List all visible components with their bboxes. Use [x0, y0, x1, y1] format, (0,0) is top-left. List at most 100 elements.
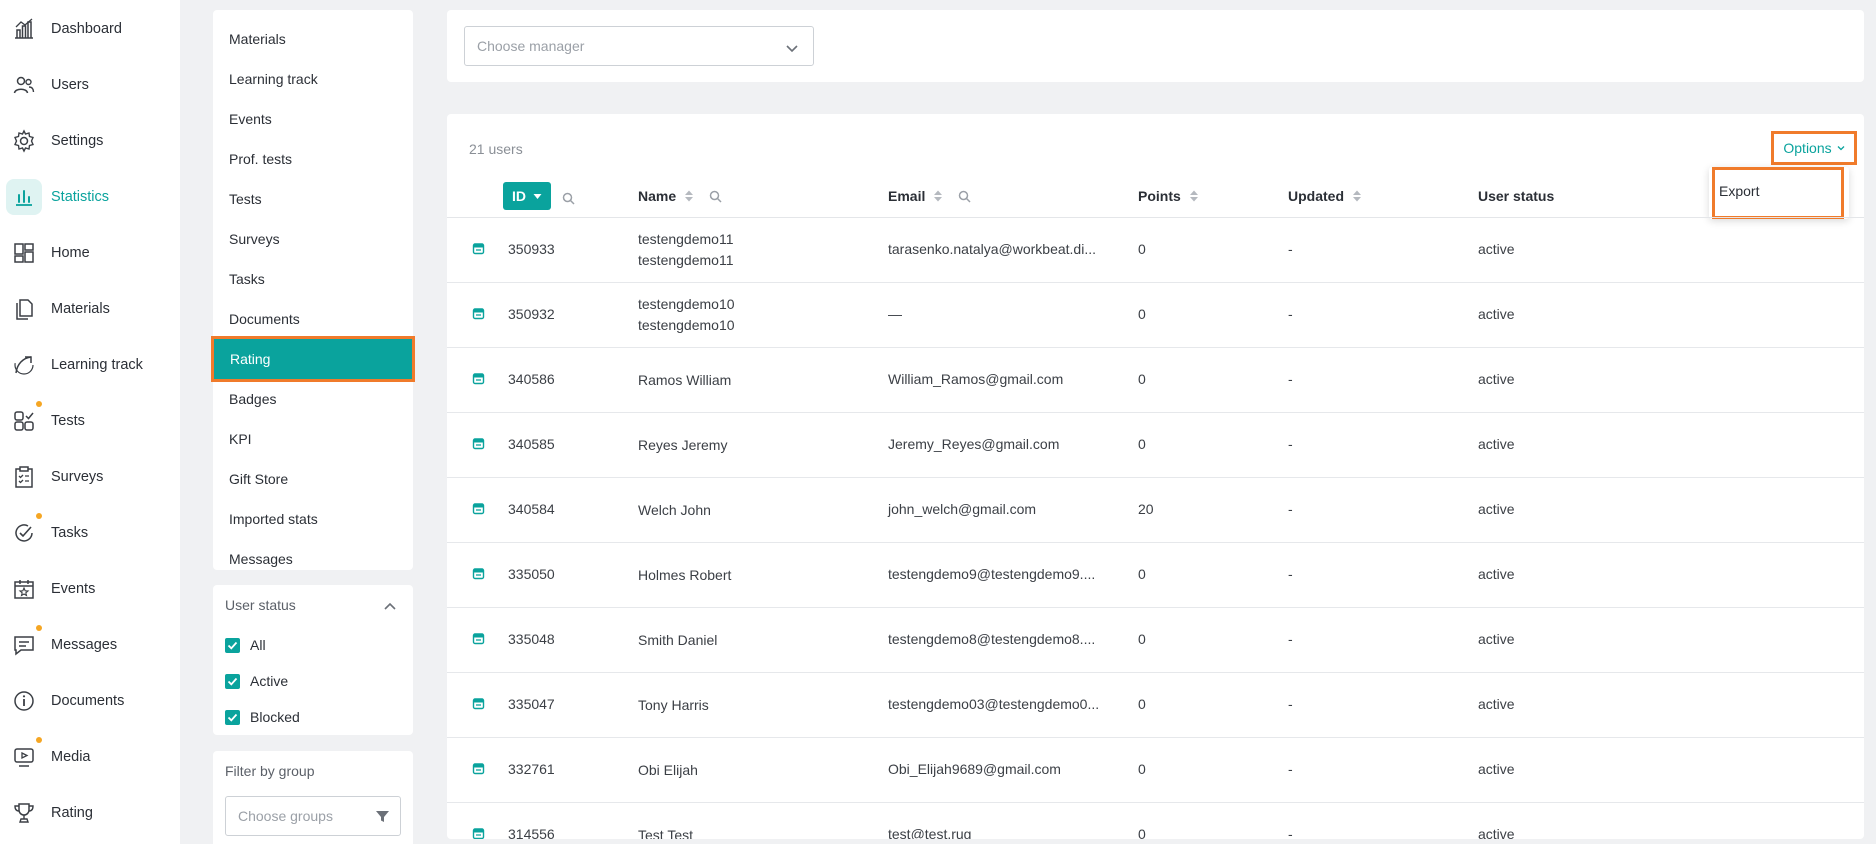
- options-button[interactable]: Options: [1771, 131, 1857, 165]
- manager-select[interactable]: Choose manager: [464, 26, 814, 66]
- statistics-menu: Materials Learning track Events Prof. tests…: [211, 10, 415, 570]
- updated-column-header[interactable]: Updated: [1288, 184, 1362, 208]
- user-email-cell: Obi_Elijah9689@gmail.com: [888, 761, 1061, 777]
- user-updated-cell: -: [1288, 631, 1293, 647]
- app-sidebar: Dashboard Users Settings Statistics Home Mate…: [0, 0, 180, 844]
- stats-menu-item-kpi[interactable]: KPI: [213, 419, 413, 459]
- user-name-line: testengdemo11: [638, 252, 734, 268]
- table-row[interactable]: 340586 Ramos William William_Ramos@gmail.c…: [447, 348, 1864, 413]
- nav-item-statistics[interactable]: Statistics: [0, 175, 180, 219]
- stats-menu-item-surveys[interactable]: Surveys: [213, 219, 413, 259]
- stats-menu-item-events[interactable]: Events: [213, 99, 413, 139]
- user-status-cell: active: [1478, 566, 1515, 582]
- user-count: 21 users: [469, 141, 523, 157]
- id-column-header[interactable]: ID: [503, 182, 551, 210]
- group-select[interactable]: Choose groups: [225, 796, 401, 836]
- user-updated-cell: -: [1288, 371, 1293, 387]
- user-card-icon[interactable]: [472, 437, 485, 450]
- search-icon[interactable]: [958, 190, 971, 203]
- nav-item-users[interactable]: Users: [0, 63, 180, 107]
- nav-item-documents[interactable]: Documents: [0, 679, 180, 723]
- nav-item-events[interactable]: Events: [0, 567, 180, 611]
- stats-menu-item-materials[interactable]: Materials: [213, 19, 413, 59]
- stats-menu-item-gift-store[interactable]: Gift Store: [213, 459, 413, 499]
- user-card-icon[interactable]: [472, 307, 485, 320]
- table-row[interactable]: 335048 Smith Daniel testengdemo8@testengde…: [447, 608, 1864, 673]
- nav-item-dashboard[interactable]: Dashboard: [0, 7, 180, 51]
- user-points-cell: 0: [1138, 696, 1146, 712]
- user-card-icon[interactable]: [472, 242, 485, 255]
- chevron-down-icon: [1837, 146, 1845, 151]
- user-card-icon[interactable]: [472, 502, 485, 515]
- user-email-cell: testengdemo03@testengdemo0...: [888, 696, 1100, 712]
- checkbox[interactable]: [225, 673, 240, 689]
- user-id-cell: 340586: [508, 371, 555, 387]
- nav-item-tasks[interactable]: Tasks: [0, 511, 180, 555]
- stats-menu-item-documents[interactable]: Documents: [213, 299, 413, 339]
- stats-menu-item-messages[interactable]: Messages: [213, 539, 413, 579]
- stats-menu-item-rating[interactable]: Rating: [211, 336, 415, 382]
- checkbox[interactable]: [225, 709, 240, 725]
- sort-icon: [934, 190, 943, 202]
- nav-item-messages[interactable]: Messages: [0, 623, 180, 667]
- user-card-icon[interactable]: [472, 697, 485, 710]
- status-checkbox-blocked[interactable]: Blocked: [225, 707, 300, 727]
- user-name-cell: Smith Daniel: [638, 632, 718, 648]
- status-checkbox-all[interactable]: All: [225, 635, 266, 655]
- user-card-icon[interactable]: [472, 632, 485, 645]
- sort-icon: [1353, 190, 1361, 202]
- checkbox[interactable]: [225, 637, 240, 653]
- email-column-header[interactable]: Email: [888, 184, 971, 208]
- stats-menu-item-prof-tests[interactable]: Prof. tests: [213, 139, 413, 179]
- user-updated-cell: -: [1288, 566, 1293, 582]
- user-id-cell: 350933: [508, 241, 555, 257]
- user-email-cell: Jeremy_Reyes@gmail.com: [888, 436, 1060, 452]
- user-card-icon[interactable]: [472, 372, 485, 385]
- notification-dot: [36, 737, 42, 743]
- stats-menu-item-learning-track[interactable]: Learning track: [213, 59, 413, 99]
- user-points-cell: 20: [1138, 501, 1154, 517]
- nav-item-surveys[interactable]: Surveys: [0, 455, 180, 499]
- search-icon[interactable]: [709, 190, 722, 203]
- status-checkbox-active[interactable]: Active: [225, 671, 288, 691]
- user-points-cell: 0: [1138, 631, 1146, 647]
- table-row[interactable]: 314556 Test Test test@test.rug 0 - active: [447, 803, 1864, 839]
- user-email-cell: —: [888, 306, 902, 322]
- stats-menu-item-badges[interactable]: Badges: [213, 379, 413, 419]
- nav-item-tests[interactable]: Tests: [0, 399, 180, 443]
- user-card-icon[interactable]: [472, 827, 485, 839]
- nav-item-settings[interactable]: Settings: [0, 119, 180, 163]
- group-filter-title: Filter by group: [225, 763, 315, 779]
- table-row[interactable]: 350932 testengdemo10 testengdemo10 — 0 - activ…: [447, 283, 1864, 348]
- stats-menu-item-tasks[interactable]: Tasks: [213, 259, 413, 299]
- play-screen-icon: [6, 739, 42, 775]
- dashboard-chart-icon: [6, 11, 42, 47]
- stats-menu-item-tests[interactable]: Tests: [213, 179, 413, 219]
- nav-item-learning-track[interactable]: Learning track: [0, 343, 180, 387]
- user-email-cell: William_Ramos@gmail.com: [888, 371, 1064, 387]
- user-name-cell: testengdemo10 testengdemo10: [638, 294, 735, 336]
- chevron-up-icon[interactable]: [383, 599, 397, 613]
- rating-table-card: 21 users Options Export ID Name Email Po…: [447, 114, 1864, 839]
- table-row[interactable]: 340585 Reyes Jeremy Jeremy_Reyes@gmail.com…: [447, 413, 1864, 478]
- user-status-header-label: User status: [1478, 188, 1555, 204]
- search-icon[interactable]: [562, 192, 575, 205]
- table-row[interactable]: 335047 Tony Harris testengdemo03@testengde…: [447, 673, 1864, 738]
- user-name-cell: Obi Elijah: [638, 762, 698, 778]
- user-card-icon[interactable]: [472, 762, 485, 775]
- export-menu-item[interactable]: Export: [1712, 167, 1844, 219]
- points-column-header[interactable]: Points: [1138, 184, 1199, 208]
- user-card-icon[interactable]: [472, 567, 485, 580]
- name-column-header[interactable]: Name: [638, 184, 722, 208]
- table-row[interactable]: 332761 Obi Elijah Obi_Elijah9689@gmail.com…: [447, 738, 1864, 803]
- stats-menu-item-imported-stats[interactable]: Imported stats: [213, 499, 413, 539]
- nav-item-materials[interactable]: Materials: [0, 287, 180, 331]
- nav-item-media[interactable]: Media: [0, 735, 180, 779]
- nav-item-home[interactable]: Home: [0, 231, 180, 275]
- nav-item-rating[interactable]: Rating: [0, 791, 180, 835]
- table-row[interactable]: 335050 Holmes Robert testengdemo9@testengd…: [447, 543, 1864, 608]
- checkbox-label: Blocked: [250, 709, 300, 725]
- table-row[interactable]: 340584 Welch John john_welch@gmail.com 20 - a…: [447, 478, 1864, 543]
- options-dropdown: Export: [1709, 167, 1849, 219]
- table-row[interactable]: 350933 testengdemo11 testengdemo11 tarasenk…: [447, 218, 1864, 283]
